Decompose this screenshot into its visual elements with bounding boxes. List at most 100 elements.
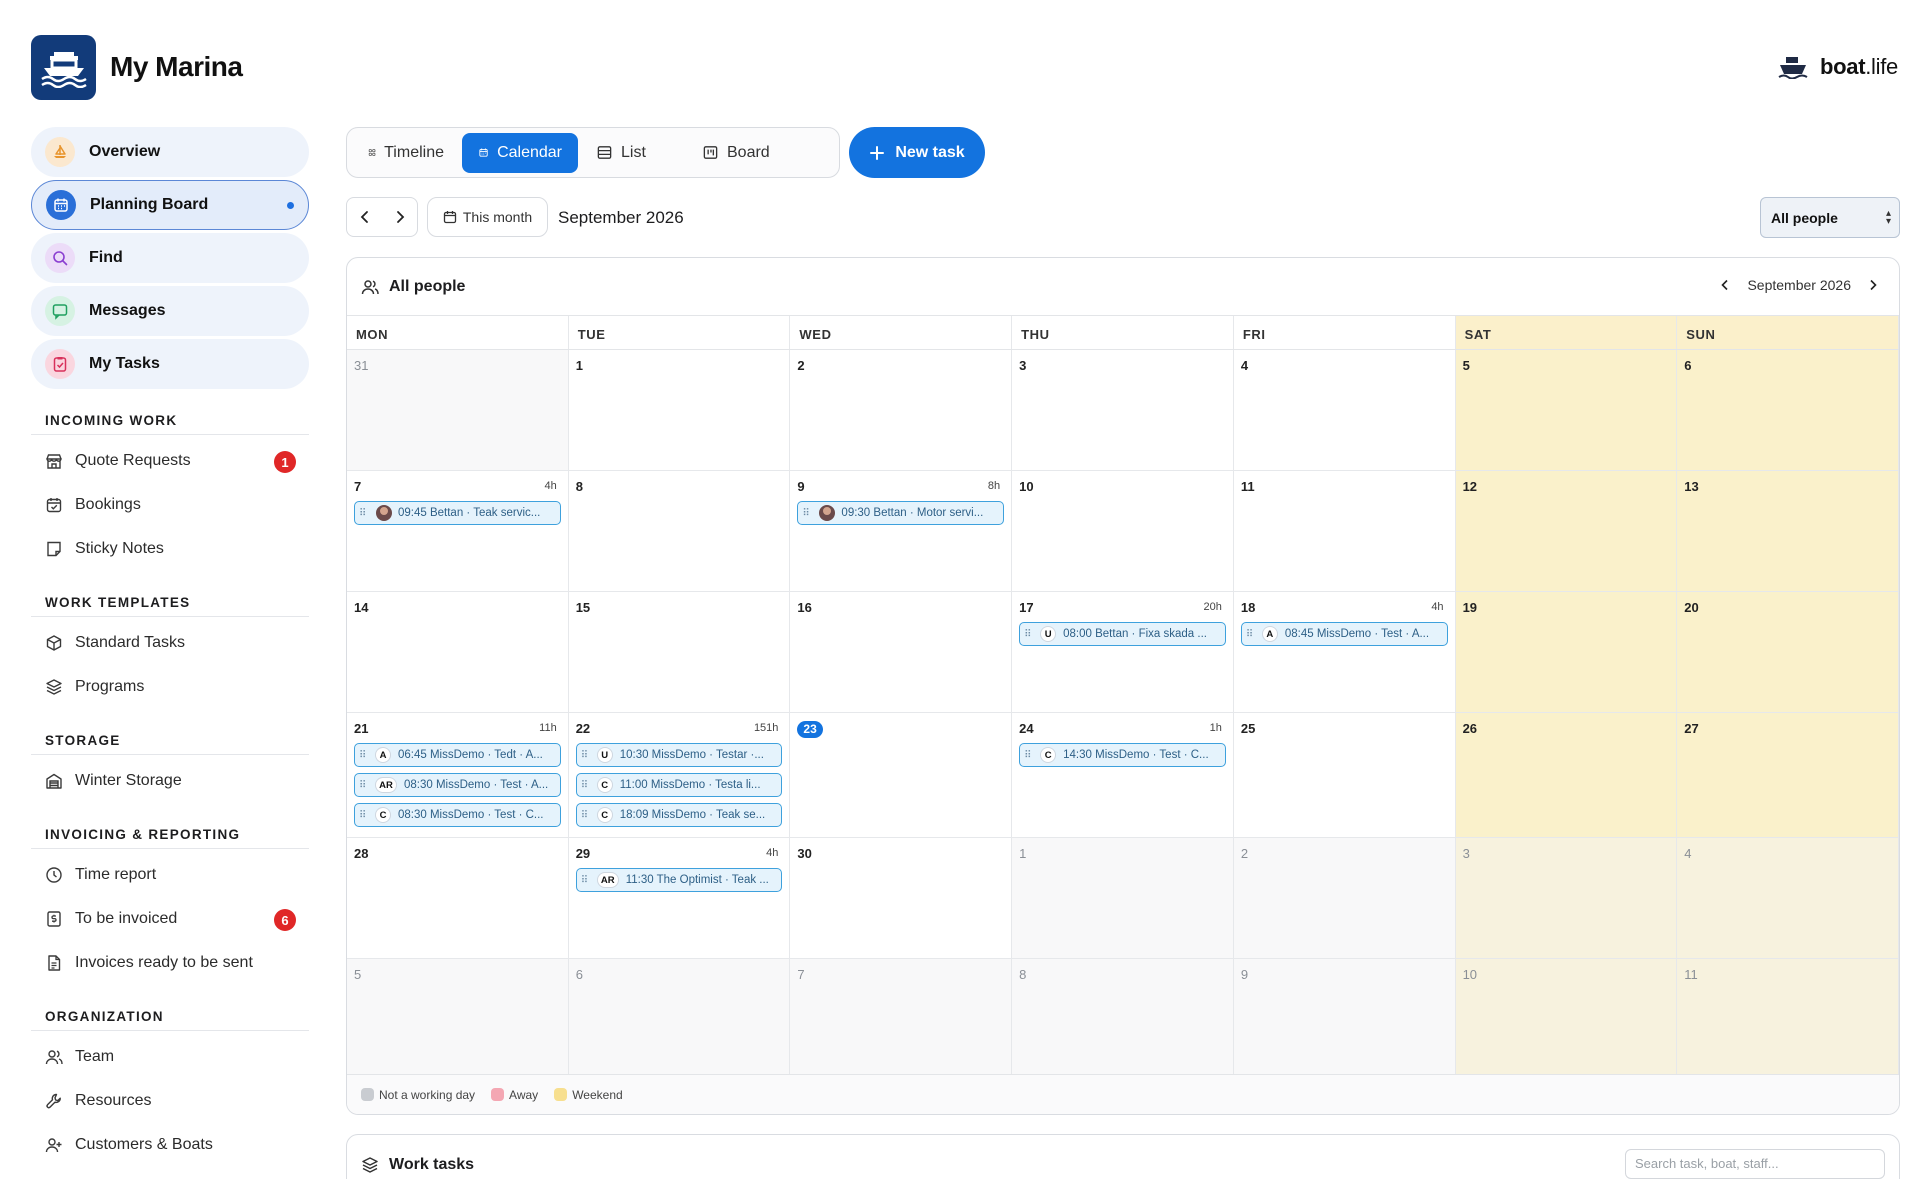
nav-overview[interactable]: Overview — [31, 127, 309, 177]
brand-logo[interactable]: boat.life — [1778, 54, 1898, 80]
calendar-event[interactable]: ⠿ AR 11:30 The Optimist · Teak ... — [575, 868, 783, 892]
day-cell[interactable]: 22 151h ⠿ U 10:30 MissDemo · Testar ·... ⠿ C 11… — [568, 713, 791, 838]
tab-timeline[interactable]: Timeline — [352, 133, 460, 173]
day-cell[interactable]: 10 — [1455, 959, 1678, 1080]
sidebar-item-sticky-notes[interactable]: Sticky Notes — [31, 527, 309, 571]
drag-handle-icon[interactable]: ⠿ — [359, 780, 371, 791]
storefront-icon — [46, 454, 62, 469]
sidebar-item-team[interactable]: Team — [31, 1035, 309, 1079]
day-cell[interactable]: 29 4h ⠿ AR 11:30 The Optimist · Teak ... — [568, 838, 791, 959]
drag-handle-icon[interactable]: ⠿ — [581, 780, 593, 791]
day-cell[interactable]: 9 8h ⠿ 09:30 Bettan · Motor servi... — [790, 471, 1013, 592]
day-cell[interactable]: 17 20h ⠿ U 08:00 Bettan · Fixa skada ... — [1012, 592, 1234, 713]
calendar-event[interactable]: ⠿ 09:45 Bettan · Teak servic... — [354, 501, 561, 525]
sidebar-item-customers-boats[interactable]: Customers & Boats — [31, 1123, 309, 1167]
drag-handle-icon[interactable]: ⠿ — [581, 810, 593, 821]
people-filter-select[interactable]: All people ▴ ▾ — [1760, 197, 1900, 238]
day-cell[interactable]: 26 — [1455, 713, 1678, 838]
nav-find[interactable]: Find — [31, 233, 309, 283]
new-task-button[interactable]: New task — [849, 127, 985, 178]
day-cell[interactable]: 1 — [1012, 838, 1234, 959]
chevron-left-icon[interactable] — [358, 210, 372, 224]
day-cell[interactable]: 28 — [347, 838, 569, 959]
day-cell[interactable]: 11 — [1233, 471, 1456, 592]
calendar-event[interactable]: ⠿ C 18:09 MissDemo · Teak se... — [575, 803, 783, 827]
this-month-button[interactable]: This month — [427, 197, 548, 237]
day-cell[interactable]: 27 — [1677, 713, 1899, 838]
day-cell[interactable]: 19 — [1455, 592, 1678, 713]
calendar-event[interactable]: ⠿ AR 08:30 MissDemo · Test · A... — [354, 773, 561, 797]
day-cell[interactable]: 9 — [1233, 959, 1456, 1080]
calendar-event[interactable]: ⠿ C 14:30 MissDemo · Test · C... — [1019, 743, 1226, 767]
drag-handle-icon[interactable]: ⠿ — [581, 875, 593, 886]
sidebar-item-invoices-ready-to-be-sent[interactable]: Invoices ready to be sent — [31, 941, 309, 985]
tab-list[interactable]: List — [580, 133, 684, 173]
day-cell[interactable]: 15 — [568, 592, 791, 713]
tab-board[interactable]: Board — [686, 133, 802, 173]
day-cell[interactable]: 8 — [1012, 959, 1234, 1080]
sidebar-item-winter-storage[interactable]: Winter Storage — [31, 759, 309, 803]
day-cell[interactable]: 3 — [1012, 350, 1234, 471]
day-cell[interactable]: 30 — [790, 838, 1013, 959]
day-cell[interactable]: 4 — [1233, 350, 1456, 471]
calendar-event[interactable]: ⠿ C 11:00 MissDemo · Testa li... — [575, 773, 783, 797]
task-search-input[interactable]: Search task, boat, staff... — [1625, 1149, 1885, 1179]
day-cell[interactable]: 8 — [568, 471, 791, 592]
calendar-event[interactable]: ⠿ A 06:45 MissDemo · Tedt · A... — [354, 743, 561, 767]
chevron-right-icon[interactable] — [1867, 279, 1879, 291]
day-cell[interactable]: 5 — [347, 959, 569, 1080]
sidebar-item-time-report[interactable]: Time report — [31, 853, 309, 897]
day-cell[interactable]: 25 — [1233, 713, 1456, 838]
drag-handle-icon[interactable]: ⠿ — [1024, 629, 1036, 640]
calendar-event[interactable]: ⠿ U 10:30 MissDemo · Testar ·... — [575, 743, 783, 767]
day-cell[interactable]: 4 — [1677, 838, 1899, 959]
nav-messages[interactable]: Messages — [31, 286, 309, 336]
sidebar-item-bookings[interactable]: Bookings — [31, 483, 309, 527]
day-cell[interactable]: 7 — [790, 959, 1013, 1080]
sidebar-item-resources[interactable]: Resources — [31, 1079, 309, 1123]
day-cell[interactable]: 2 — [790, 350, 1013, 471]
app-logo[interactable] — [31, 35, 96, 100]
day-cell[interactable]: 31 — [347, 350, 569, 471]
calendar-event[interactable]: ⠿ A 08:45 MissDemo · Test · A... — [1240, 622, 1448, 646]
chevron-right-icon[interactable] — [393, 210, 407, 224]
day-cell[interactable]: 10 — [1012, 471, 1234, 592]
tab-calendar[interactable]: Calendar — [462, 132, 578, 173]
calendar-event[interactable]: ⠿ U 08:00 Bettan · Fixa skada ... — [1019, 622, 1226, 646]
drag-handle-icon[interactable]: ⠿ — [581, 750, 593, 761]
day-cell[interactable]: 2 — [1233, 838, 1456, 959]
day-cell[interactable]: 3 — [1455, 838, 1678, 959]
sidebar-item-standard-tasks[interactable]: Standard Tasks — [31, 621, 309, 665]
day-cell[interactable]: 14 — [347, 592, 569, 713]
sidebar-icon-wrap — [45, 1092, 63, 1110]
day-cell[interactable]: 5 — [1455, 350, 1678, 471]
calendar-check-icon — [46, 498, 62, 513]
day-cell[interactable]: 11 — [1677, 959, 1899, 1080]
day-cell[interactable]: 16 — [790, 592, 1013, 713]
drag-handle-icon[interactable]: ⠿ — [359, 810, 371, 821]
sidebar-item-programs[interactable]: Programs — [31, 665, 309, 709]
calendar-event[interactable]: ⠿ 09:30 Bettan · Motor servi... — [797, 501, 1005, 525]
calendar-event[interactable]: ⠿ C 08:30 MissDemo · Test · C... — [354, 803, 561, 827]
sidebar-item-quote-requests[interactable]: Quote Requests 1 — [31, 439, 309, 483]
day-cell[interactable]: 12 — [1455, 471, 1678, 592]
drag-handle-icon[interactable]: ⠿ — [359, 508, 371, 519]
nav-planning-board[interactable]: Planning Board — [31, 180, 309, 230]
day-cell[interactable]: 20 — [1677, 592, 1899, 713]
day-cell[interactable]: 13 — [1677, 471, 1899, 592]
day-cell[interactable]: 7 4h ⠿ 09:45 Bettan · Teak servic... — [347, 471, 569, 592]
nav-my-tasks[interactable]: My Tasks — [31, 339, 309, 389]
day-cell[interactable]: 1 — [568, 350, 791, 471]
day-cell[interactable]: 18 4h ⠿ A 08:45 MissDemo · Test · A... — [1233, 592, 1456, 713]
drag-handle-icon[interactable]: ⠿ — [802, 508, 814, 519]
day-cell[interactable]: 23 — [790, 713, 1013, 838]
sidebar-item-to-be-invoiced[interactable]: To be invoiced 6 — [31, 897, 309, 941]
day-cell[interactable]: 21 11h ⠿ A 06:45 MissDemo · Tedt · A... ⠿ AR 08… — [347, 713, 569, 838]
day-cell[interactable]: 6 — [1677, 350, 1899, 471]
drag-handle-icon[interactable]: ⠿ — [359, 750, 371, 761]
day-cell[interactable]: 24 1h ⠿ C 14:30 MissDemo · Test · C... — [1012, 713, 1234, 838]
drag-handle-icon[interactable]: ⠿ — [1246, 629, 1258, 640]
day-cell[interactable]: 6 — [568, 959, 791, 1080]
drag-handle-icon[interactable]: ⠿ — [1024, 750, 1036, 761]
chevron-left-icon[interactable] — [1719, 279, 1731, 291]
